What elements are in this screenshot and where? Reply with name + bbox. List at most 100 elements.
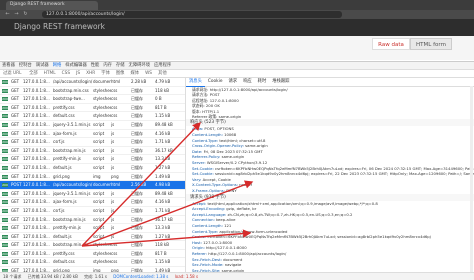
filter-type[interactable]: 字体 [98, 70, 113, 77]
request-method: GET [11, 207, 20, 213]
request-row[interactable]: 200 POST127.0.0.1:8.../api/accounts/login… [0, 181, 185, 190]
header-name: Accept-Encoding: [192, 206, 227, 212]
status-badge: 200 [2, 131, 8, 136]
request-row[interactable]: 200 GET 127.0.0.1:8... bootstrap-twe... styl… [0, 95, 185, 104]
filter-type[interactable]: HTML [41, 70, 59, 77]
header-value: DENY [226, 187, 237, 193]
request-row[interactable]: 200 GET 127.0.0.1:8... csrf.js script js 已缓存 1.… [0, 138, 185, 147]
detail-tab[interactable]: 响应 [240, 78, 255, 86]
general-section: 请求网址: http://127.0.0.1:8000/api/accounts… [186, 87, 474, 119]
request-row[interactable]: 200 GET 127.0.0.1:8... bootstrap.min.js scri… [0, 147, 185, 156]
forward-icon[interactable]: → [13, 11, 20, 18]
header-value: gzip, deflate, br [226, 206, 257, 212]
header-value: 127.0.0.1:8000 [209, 97, 239, 103]
address-input[interactable]: 127.0.0.1:8000/api/accounts/login/ [42, 11, 342, 18]
request-row[interactable]: 200GET127.0.0.1:8...default.css styleshee… [0, 258, 185, 268]
status-badge: 200 [2, 105, 8, 110]
header-value: http://127.0.0.1:8000 [205, 245, 247, 251]
request-cause: document [93, 79, 111, 84]
request-list: 200 GET 127.0.0.1:8.../api/accounts/login/… [0, 78, 186, 272]
detail-tab[interactable]: 消息头 [186, 78, 205, 87]
request-row[interactable]: 200 GET 127.0.0.1:8... ajax-form.js script js… [0, 198, 185, 207]
request-file: csrf.js [53, 139, 65, 145]
status-cell: 200 [2, 104, 11, 112]
devtools-tab[interactable]: 查看器 [0, 62, 17, 69]
header-value: POST, OPTIONS [204, 126, 234, 132]
filter-type[interactable]: 图像 [113, 70, 128, 77]
response-headers-title[interactable]: 响应头 (523 字节) [186, 119, 474, 127]
request-row[interactable]: 200 GET 127.0.0.1:8.../api/accounts/login/… [0, 78, 185, 87]
header-name: Set-Cookie: [192, 165, 215, 171]
request-row[interactable]: 200 GET 127.0.0.1:8... grid.png img png 已缓存 1.4… [0, 173, 185, 182]
detail-tab[interactable]: 耗时 [255, 78, 270, 86]
request-method: GET [11, 104, 20, 110]
request-domain: 127.0.0.1:8... [23, 233, 50, 239]
request-row[interactable]: 200 GET 127.0.0.1:8... default.js script js 已缓… [0, 233, 185, 242]
filter-type[interactable]: XHR [83, 70, 98, 77]
request-row[interactable]: 200 GET 127.0.0.1:8... jquery-3.5.1.min.js s… [0, 121, 185, 130]
request-details: 消息头 Cookie 请求 响应 耗时 堆栈跟踪 请求网址: http://127.0.0… [186, 78, 474, 272]
filter-type[interactable]: 其他 [155, 70, 170, 77]
request-type: html [111, 182, 121, 188]
request-row[interactable]: 200 GET 127.0.0.1:8... prettify.css styleshe… [0, 250, 185, 259]
site-brand[interactable]: Django REST framework [14, 21, 105, 33]
back-icon[interactable]: ← [4, 11, 11, 18]
request-headers-title[interactable]: 请求头 (938 字节) [186, 193, 474, 201]
request-domain: 127.0.0.1:8... [23, 199, 50, 205]
header-value: same-origin [218, 114, 242, 120]
devtools-tab[interactable]: 无障碍环境 [127, 62, 152, 69]
devtools-tab[interactable]: 控制台 [17, 62, 34, 69]
request-row[interactable]: 200 GET 127.0.0.1:8... prettify-min.js scrip… [0, 155, 185, 164]
reload-icon[interactable]: ↻ [22, 11, 29, 18]
detail-tab[interactable]: Cookie [205, 78, 226, 86]
load-time: load: 1.58 s [174, 274, 199, 279]
devtools-tab[interactable]: 网络 [51, 62, 64, 69]
request-domain: 127.0.0.1:8... [23, 216, 50, 222]
request-method: GET [11, 233, 20, 239]
filter-type[interactable]: 媒体 [127, 70, 142, 77]
request-row[interactable]: 200 GET 127.0.0.1:8... prettify-min.js scrip… [0, 224, 185, 233]
request-type: png [111, 173, 119, 179]
request-size: 817 B [155, 250, 167, 256]
request-cause: stylesheet [93, 104, 111, 110]
devtools-tab[interactable]: 调试器 [34, 62, 51, 69]
request-cause: script [93, 207, 105, 213]
request-row[interactable]: 200 GET 127.0.0.1:8... bootstrap.min.js scri… [0, 216, 185, 225]
request-file: grid.png [53, 173, 70, 179]
status-badge: 200 [2, 251, 8, 256]
devtools-tab[interactable]: 应用程序 [152, 62, 173, 69]
filter-type[interactable]: 全部 [26, 70, 41, 77]
request-row[interactable]: 200 GET 127.0.0.1:8... prettify.css styleshe… [0, 104, 185, 113]
finish-time: 完成: 1.61 s [84, 274, 108, 279]
request-row[interactable]: 200 GET 127.0.0.1:8... bootstrap.min.css sty… [0, 241, 185, 250]
filter-input[interactable]: 过滤 URL [0, 70, 24, 77]
request-domain: 127.0.0.1:8... [23, 225, 50, 231]
request-row[interactable]: 200 GET 127.0.0.1:8... ajax-form.js script js… [0, 130, 185, 139]
filter-type[interactable]: CSS [59, 70, 73, 77]
request-row[interactable]: 200GET127.0.0.1:8...default.css styleshee… [0, 112, 185, 121]
devtools-tab[interactable]: 内存 [101, 62, 114, 69]
request-row[interactable]: 200 GET 127.0.0.1:8... bootstrap.min.css sty… [0, 87, 185, 96]
request-type: js [111, 233, 115, 239]
header-name: Referrer 政策: [192, 114, 219, 120]
request-row[interactable]: 200 GET 127.0.0.1:8... csrf.js script js 已缓存 1.… [0, 207, 185, 216]
detail-tab[interactable]: 请求 [225, 78, 240, 86]
browser-tab[interactable]: Django REST framework [6, 1, 98, 10]
devtools-tab[interactable]: 性能 [89, 62, 102, 69]
details-scrollbar[interactable] [470, 86, 473, 272]
request-file: bootstrap-twe... [53, 96, 85, 102]
request-transferred: 已缓存 [131, 216, 143, 222]
devtools-tab[interactable]: 样式编辑器 [63, 62, 88, 69]
request-file: bootstrap.min.js [53, 147, 86, 153]
filter-type[interactable]: JS [73, 70, 83, 77]
request-size: 36.17 kB [155, 216, 173, 222]
request-method: GET [11, 242, 20, 248]
network-status-bar: 18 个请求 已传输 33.94 kB / 2.80 kB 完成: 1.61 s… [0, 272, 474, 280]
detail-tab[interactable]: 堆栈跟踪 [269, 78, 292, 86]
html-form-tab[interactable]: HTML form [410, 38, 452, 50]
request-row[interactable]: 200 GET 127.0.0.1:8... default.js script js 已缓… [0, 164, 185, 173]
devtools-tab[interactable]: 存储 [114, 62, 127, 69]
raw-data-tab[interactable]: Raw data [372, 38, 410, 50]
request-row[interactable]: 200 GET 127.0.0.1:8... jquery-3.5.1.min.js s… [0, 190, 185, 199]
filter-type[interactable]: WS [142, 70, 155, 77]
